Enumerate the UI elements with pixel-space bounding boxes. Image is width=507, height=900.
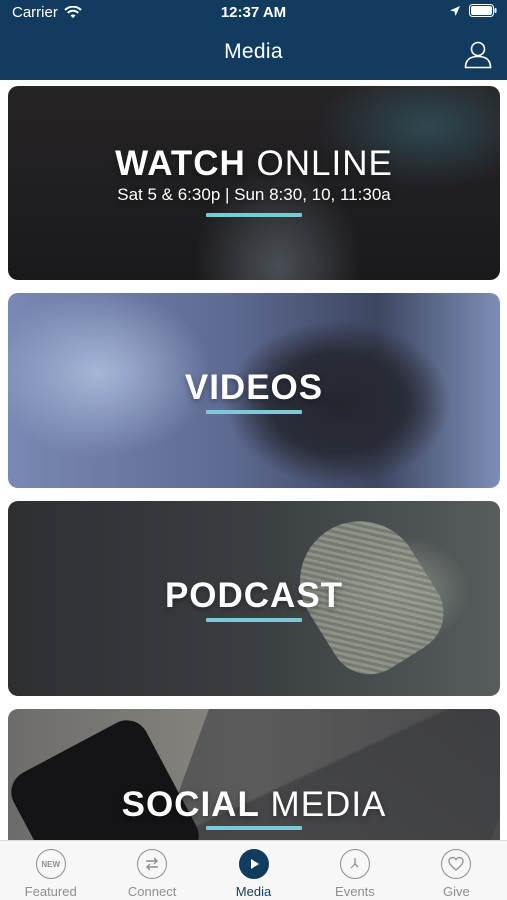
watch-online-title: WATCH ONLINE xyxy=(8,144,500,184)
podcast-title: PODCAST xyxy=(8,576,500,616)
social-media-title: SOCIAL MEDIA xyxy=(8,785,500,825)
tab-label-featured: Featured xyxy=(24,884,77,899)
profile-icon[interactable] xyxy=(463,39,493,69)
laptop-image xyxy=(147,709,500,849)
swap-arrows-icon xyxy=(137,849,168,879)
app-header: Carrier 12:37 AM Media xyxy=(0,0,507,80)
tab-featured[interactable]: NEW Featured xyxy=(0,841,101,900)
videos-title-bold: VIDEOS xyxy=(184,368,324,407)
tab-label-connect: Connect xyxy=(127,884,177,899)
podcast-title-bold: PODCAST xyxy=(164,576,344,615)
play-icon xyxy=(238,849,269,879)
watch-title-bold: WATCH xyxy=(115,144,246,183)
battery-icon xyxy=(469,4,497,17)
status-right xyxy=(449,4,497,17)
watch-title-thin: ONLINE xyxy=(245,144,393,183)
accent-underline xyxy=(206,826,302,830)
accent-underline xyxy=(206,410,302,414)
status-bar: Carrier 12:37 AM xyxy=(0,0,507,26)
tab-label-media: Media xyxy=(235,884,272,899)
new-badge-icon: NEW xyxy=(35,849,66,879)
service-times: Sat 5 & 6:30p | Sun 8:30, 10, 11:30a xyxy=(117,185,391,204)
tab-label-give: Give xyxy=(442,884,470,899)
watch-online-card[interactable]: WATCH ONLINE Sat 5 & 6:30p | Sun 8:30, 1… xyxy=(8,86,500,280)
tab-give[interactable]: Give xyxy=(406,841,507,900)
accent-underline xyxy=(206,618,302,622)
tab-events[interactable]: Events xyxy=(304,841,405,900)
new-badge-text: NEW xyxy=(41,859,61,869)
accent-underline xyxy=(206,213,302,217)
tab-connect[interactable]: Connect xyxy=(101,841,202,900)
social-title-bold: SOCIAL xyxy=(121,785,260,824)
social-media-card[interactable]: SOCIAL MEDIA xyxy=(8,709,500,849)
heart-icon xyxy=(441,849,472,879)
status-time: 12:37 AM xyxy=(220,4,287,21)
podcast-card[interactable]: PODCAST xyxy=(8,501,500,696)
tab-label-events: Events xyxy=(335,884,375,899)
tab-bar: NEW Featured Connect Media Events Give xyxy=(0,840,507,900)
videos-title: VIDEOS xyxy=(8,368,500,408)
clock-icon xyxy=(339,849,370,879)
phone-image xyxy=(8,712,207,849)
tab-media[interactable]: Media xyxy=(203,841,304,900)
videos-card[interactable]: VIDEOS xyxy=(8,293,500,488)
social-title-thin: MEDIA xyxy=(259,785,387,824)
location-arrow-icon xyxy=(450,5,460,16)
page-title: Media xyxy=(224,40,283,63)
